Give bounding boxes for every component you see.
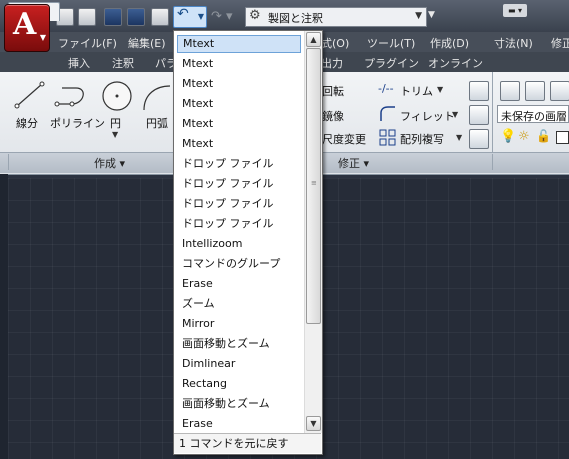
undo-history-item[interactable]: Mtext — [177, 135, 301, 153]
tab-output[interactable]: 出力 — [321, 55, 343, 71]
grip-icon: ≡ — [311, 179, 317, 187]
polyline-icon[interactable] — [54, 82, 94, 110]
application-menu-button[interactable]: A ▼ — [4, 4, 50, 52]
undo-history-item[interactable]: Dimlinear — [177, 355, 301, 373]
erase-icon[interactable] — [469, 81, 489, 101]
save-icon[interactable] — [104, 8, 122, 26]
line-icon[interactable] — [14, 80, 46, 110]
line-button-label[interactable]: 線分 — [16, 115, 38, 131]
fillet-icon — [380, 106, 395, 121]
explode-icon[interactable] — [469, 105, 489, 125]
sun-icon[interactable]: ☼ — [518, 129, 530, 144]
menu-dimension[interactable]: 寸法(N) — [494, 35, 533, 51]
array-icon — [379, 129, 396, 146]
undo-history-item[interactable]: ドロップ ファイル — [177, 155, 301, 173]
undo-history-item[interactable]: Mtext — [177, 95, 301, 113]
undo-history-item[interactable]: Mtext — [177, 115, 301, 133]
open-folder-icon[interactable] — [78, 8, 96, 26]
arc-button-label[interactable]: 円弧 — [146, 115, 168, 131]
scale-button[interactable]: 尺度変更 — [322, 131, 366, 147]
undo-history-item[interactable]: 画面移動とズーム — [177, 395, 301, 413]
undo-history-item[interactable]: Mtext — [177, 35, 301, 53]
menu-edit[interactable]: 編集(E) — [128, 35, 166, 51]
save-as-icon[interactable] — [127, 8, 145, 26]
left-strip — [0, 174, 8, 459]
menu-draw[interactable]: 作成(D) — [430, 35, 469, 51]
undo-history-item[interactable]: ドロップ ファイル — [177, 175, 301, 193]
print-icon[interactable] — [151, 8, 169, 26]
arc-icon[interactable] — [140, 82, 170, 112]
menu-tools[interactable]: ツール(T) — [367, 35, 415, 51]
undo-count-footer: 1 コマンドを元に戻す — [174, 433, 321, 453]
undo-button[interactable]: ↶ ▼ — [173, 6, 207, 28]
undo-history-item[interactable]: ドロップ ファイル — [177, 195, 301, 213]
lock-icon[interactable]: 🔓 — [536, 129, 551, 143]
layer-state-label: 未保存の画層 — [501, 110, 567, 123]
undo-history-item[interactable]: コマンドのグループ — [177, 255, 301, 273]
panel-divider — [492, 154, 493, 170]
offset-icon[interactable] — [469, 129, 489, 149]
tab-annotate[interactable]: 注釈 — [112, 55, 134, 71]
tab-online[interactable]: オンライン — [428, 55, 483, 71]
menu-file[interactable]: ファイル(F) — [58, 35, 117, 51]
scroll-up-icon[interactable]: ▲ — [306, 32, 321, 47]
chevron-down-icon[interactable]: ▼ — [437, 85, 443, 94]
layer-match-icon[interactable] — [550, 81, 569, 101]
scrollbar-thumb[interactable]: ≡ — [306, 48, 321, 324]
panel-divider — [8, 154, 9, 170]
gear-icon: ⚙ — [249, 8, 261, 23]
chevron-down-icon[interactable]: ▼ — [456, 133, 462, 142]
circle-icon[interactable] — [100, 79, 134, 113]
tab-plugins[interactable]: プラグイン — [364, 55, 419, 71]
undo-history-item[interactable]: ズーム — [177, 295, 301, 313]
menu-modify[interactable]: 修正 — [551, 35, 569, 51]
chevron-down-icon: ▼ — [415, 11, 422, 21]
lightbulb-icon[interactable]: 💡 — [500, 129, 516, 144]
layer-state-icon[interactable] — [525, 81, 545, 101]
layer-state-dropdown[interactable]: 未保存の画層 — [497, 105, 569, 123]
undo-history-item[interactable]: Mtext — [177, 55, 301, 73]
undo-history-item[interactable]: Erase — [177, 415, 301, 433]
autocad-logo-icon: A — [13, 7, 37, 42]
ribbon-options-button[interactable]: ▬ ▾ — [503, 4, 527, 17]
rotate-button[interactable]: 回転 — [322, 83, 344, 99]
fillet-button[interactable]: フィレット — [400, 108, 455, 124]
undo-history-item[interactable]: Mirror — [177, 315, 301, 333]
undo-icon: ↶ — [177, 6, 189, 22]
modify-panel-title[interactable]: 修正 ▾ — [338, 155, 369, 171]
undo-history-item[interactable]: Intellizoom — [177, 235, 301, 253]
customize-toolbar-icon[interactable]: ▼ — [428, 10, 435, 20]
workspace-selector[interactable]: ⚙ 製図と注釈 ▼ — [245, 7, 427, 27]
menu-format[interactable]: 式(O) — [321, 35, 349, 51]
chevron-down-icon[interactable]: ▼ — [112, 130, 118, 139]
mirror-button[interactable]: 鏡像 — [322, 108, 344, 124]
scrollbar[interactable]: ▲ ≡ ▼ — [304, 31, 322, 433]
layer-color-swatch[interactable] — [556, 131, 569, 144]
panel-divider — [492, 72, 493, 152]
undo-history-list: Mtext Mtext Mtext Mtext Mtext Mtext ドロップ ファイルド… — [174, 31, 304, 433]
undo-history-item[interactable]: 画面移動とズーム — [177, 335, 301, 353]
trim-button[interactable]: トリム — [400, 83, 433, 99]
draw-panel-title[interactable]: 作成 ▾ — [94, 155, 125, 171]
tab-insert[interactable]: 挿入 — [68, 55, 90, 71]
undo-history-item[interactable]: Mtext — [177, 75, 301, 93]
redo-icon[interactable]: ↷ ▾ — [211, 9, 233, 24]
undo-history-item[interactable]: Erase — [177, 275, 301, 293]
undo-history-item[interactable]: Rectang — [177, 375, 301, 393]
polyline-button-label[interactable]: ポリライン — [50, 115, 105, 131]
chevron-down-icon: ▼ — [39, 33, 46, 42]
layer-properties-icon[interactable] — [500, 81, 520, 101]
undo-dropdown-arrow-icon[interactable]: ▼ — [198, 12, 204, 21]
workspace-label: 製図と注釈 — [268, 12, 323, 25]
trim-icon: -/-- — [378, 82, 394, 95]
array-button[interactable]: 配列複写 — [400, 131, 444, 147]
chevron-down-icon[interactable]: ▼ — [452, 110, 458, 119]
scroll-down-icon[interactable]: ▼ — [306, 416, 321, 431]
undo-history-item[interactable]: ドロップ ファイル — [177, 215, 301, 233]
circle-button-label[interactable]: 円 — [110, 115, 121, 131]
undo-history-dropdown: Mtext Mtext Mtext Mtext Mtext Mtext ドロップ ファイルド… — [173, 30, 323, 455]
